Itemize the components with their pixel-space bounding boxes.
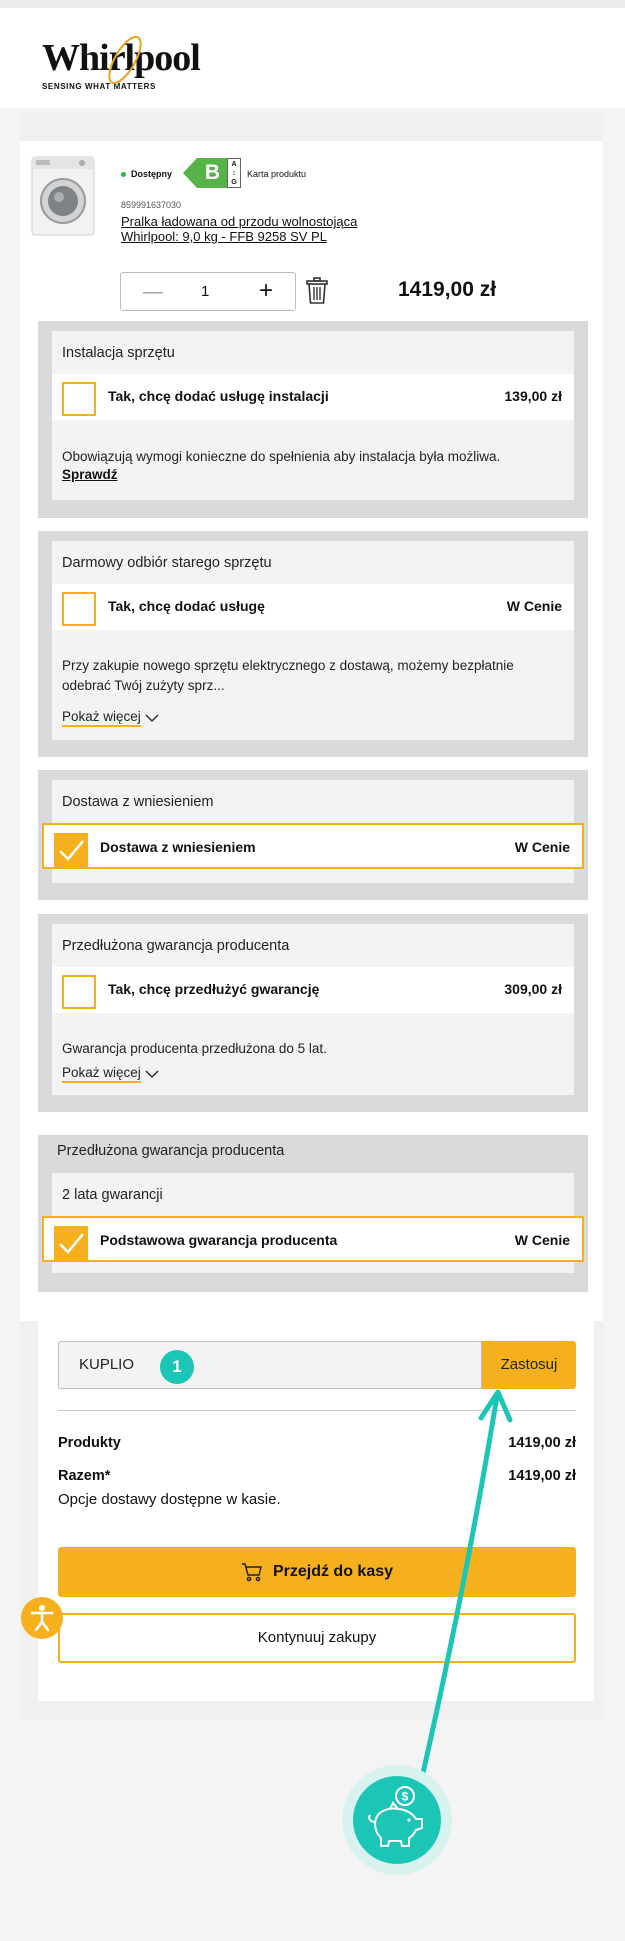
accessibility-button[interactable] (21, 1597, 63, 1639)
products-value: 1419,00 zł (508, 1435, 576, 1451)
install-option[interactable]: Tak, chcę dodać usługę instalacji 139,00… (52, 374, 574, 420)
basic-warranty-section: Przedłużona gwarancja producenta 2 lata … (38, 1135, 588, 1292)
apply-coupon-button[interactable]: Zastosuj (482, 1341, 576, 1389)
energy-label[interactable]: B A ↕ G (183, 158, 241, 188)
install-check-link[interactable]: Sprawdź (62, 467, 118, 482)
cart-icon (241, 1563, 262, 1582)
energy-class-badge: B (183, 158, 227, 188)
energy-scale: A ↕ G (227, 158, 241, 188)
delivery-section: Dostawa z wniesieniem Dostawa z wniesien… (38, 770, 588, 900)
install-section-inner: Instalacja sprzętu Tak, chcę dodać usług… (52, 331, 574, 500)
checkmark-icon (59, 840, 84, 861)
pickup-option-label: Tak, chcę dodać usługę (108, 598, 265, 614)
basic-warranty-title: Przedłużona gwarancja producenta (57, 1143, 285, 1159)
availability-status: Dostępny (121, 169, 172, 179)
site-header: Whirlpool SENSING WHAT MATTERS (0, 8, 625, 108)
total-value: 1419,00 zł (508, 1468, 576, 1484)
increase-quantity-button[interactable]: + (259, 277, 273, 305)
product-name-line1: Pralka ładowana od przodu wolnostojąca (121, 214, 358, 229)
piggy-bank-icon: $ (368, 1786, 423, 1847)
availability-dot (121, 171, 126, 177)
product-name-link[interactable]: Pralka ładowana od przodu wolnostojąca W… (121, 214, 421, 244)
top-strip (0, 0, 625, 8)
product-price: 1419,00 zł (398, 278, 497, 301)
basic-warranty-subtitle: 2 lata gwarancji (62, 1187, 163, 1203)
chevron-down-icon (145, 713, 159, 722)
basic-warranty-checkbox[interactable] (54, 1226, 88, 1260)
checkout-summary: KUPLIO 1 Zastosuj Produkty 1419,00 zł Ra… (38, 1321, 594, 1701)
extended-warranty-section: Przedłużona gwarancja producenta Tak, ch… (38, 914, 588, 1112)
products-label: Produkty (58, 1435, 121, 1451)
cart-product-row: Dostępny B A ↕ G Karta produktu 8599916370… (20, 141, 603, 321)
checkout-button[interactable]: Przejdź do kasy (58, 1547, 576, 1597)
checkout-button-label: Przejdź do kasy (272, 1563, 394, 1580)
whirlpool-logo[interactable]: Whirlpool SENSING WHAT MATTERS (42, 35, 201, 91)
decrease-quantity-button[interactable]: — (143, 281, 163, 304)
pickup-option[interactable]: Tak, chcę dodać usługę W Cenie (52, 584, 574, 630)
total-label: Razem* (58, 1468, 111, 1484)
washing-machine-image[interactable] (30, 155, 98, 237)
pickup-section: Darmowy odbiór starego sprzętu Tak, chcę… (38, 531, 588, 757)
delivery-option-label: Dostawa z wniesieniem (100, 839, 256, 855)
delivery-option[interactable]: Dostawa z wniesieniem W Cenie (42, 823, 584, 869)
checkmark-icon (59, 1233, 84, 1254)
install-option-label: Tak, chcę dodać usługę instalacji (108, 388, 329, 404)
coupon-form: KUPLIO 1 Zastosuj (58, 1341, 576, 1389)
extended-warranty-title: Przedłużona gwarancja producenta (62, 938, 290, 954)
piggy-bank-button[interactable]: $ (342, 1765, 452, 1875)
pickup-show-more-label: Pokaż więcej (62, 709, 141, 727)
pickup-section-inner: Darmowy odbiór starego sprzętu Tak, chcę… (52, 541, 574, 740)
delivery-checkbox[interactable] (54, 833, 88, 867)
install-checkbox[interactable] (62, 382, 96, 416)
extended-warranty-show-more[interactable]: Pokaż więcej (62, 1065, 159, 1083)
svg-text:$: $ (402, 1790, 409, 1804)
pickup-checkbox[interactable] (62, 592, 96, 626)
extended-warranty-checkbox[interactable] (62, 975, 96, 1009)
trash-icon[interactable] (306, 277, 328, 305)
delivery-note: Opcje dostawy dostępne w kasie. (58, 1491, 281, 1508)
pickup-section-title: Darmowy odbiór starego sprzętu (62, 555, 272, 571)
pickup-option-price: W Cenie (506, 598, 562, 614)
basic-warranty-inner: 2 lata gwarancji Podstawowa gwarancja pr… (42, 1173, 584, 1273)
divider (58, 1410, 576, 1411)
extended-warranty-option-label: Tak, chcę przedłużyć gwarancję (108, 981, 320, 997)
basic-warranty-option-label: Podstawowa gwarancja producenta (100, 1232, 338, 1248)
logo-swoosh-icon (108, 35, 142, 85)
product-card-link[interactable]: Karta produktu (247, 169, 306, 179)
install-description: Obowiązują wymogi konieczne do spełnieni… (62, 449, 501, 464)
piggy-bank-core: $ (353, 1776, 441, 1864)
pickup-description: Przy zakupie nowego sprzętu elektryczneg… (62, 658, 514, 693)
chevron-down-icon (145, 1069, 159, 1078)
extended-warranty-option[interactable]: Tak, chcę przedłużyć gwarancję 309,00 zł (52, 967, 574, 1013)
availability-label: Dostępny (131, 169, 173, 179)
delivery-option-price: W Cenie (514, 839, 570, 855)
continue-shopping-button[interactable]: Kontynuuj zakupy (58, 1613, 576, 1663)
page-bottom (0, 1720, 625, 1941)
install-section: Instalacja sprzętu Tak, chcę dodać usług… (38, 321, 588, 518)
delivery-section-inner: Dostawa z wniesieniem Dostawa z wniesien… (42, 780, 584, 883)
delivery-section-title: Dostawa z wniesieniem (62, 794, 214, 810)
coupon-step-badge: 1 (160, 1350, 194, 1384)
product-name-line2: Whirlpool: 9,0 kg - FFB 9258 SV PL (121, 229, 327, 244)
extended-warranty-inner: Przedłużona gwarancja producenta Tak, ch… (52, 924, 574, 1095)
basic-warranty-option-price: W Cenie (514, 1232, 570, 1248)
extended-warranty-option-price: 309,00 zł (504, 981, 562, 997)
extended-warranty-show-more-label: Pokaż więcej (62, 1065, 141, 1083)
wheelchair-accessibility-icon (30, 1605, 54, 1632)
quantity-stepper: — 1 + (120, 272, 296, 311)
pickup-show-more[interactable]: Pokaż więcej (62, 709, 159, 727)
product-sku: 859991637030 (121, 200, 182, 210)
install-option-price: 139,00 zł (504, 388, 562, 404)
basic-warranty-option[interactable]: Podstawowa gwarancja producenta W Cenie (42, 1216, 584, 1262)
extended-warranty-description: Gwarancja producenta przedłużona do 5 la… (62, 1041, 327, 1056)
quantity-value[interactable]: 1 (201, 283, 209, 300)
install-section-title: Instalacja sprzętu (62, 345, 175, 361)
coupon-input[interactable]: KUPLIO (58, 1341, 482, 1389)
